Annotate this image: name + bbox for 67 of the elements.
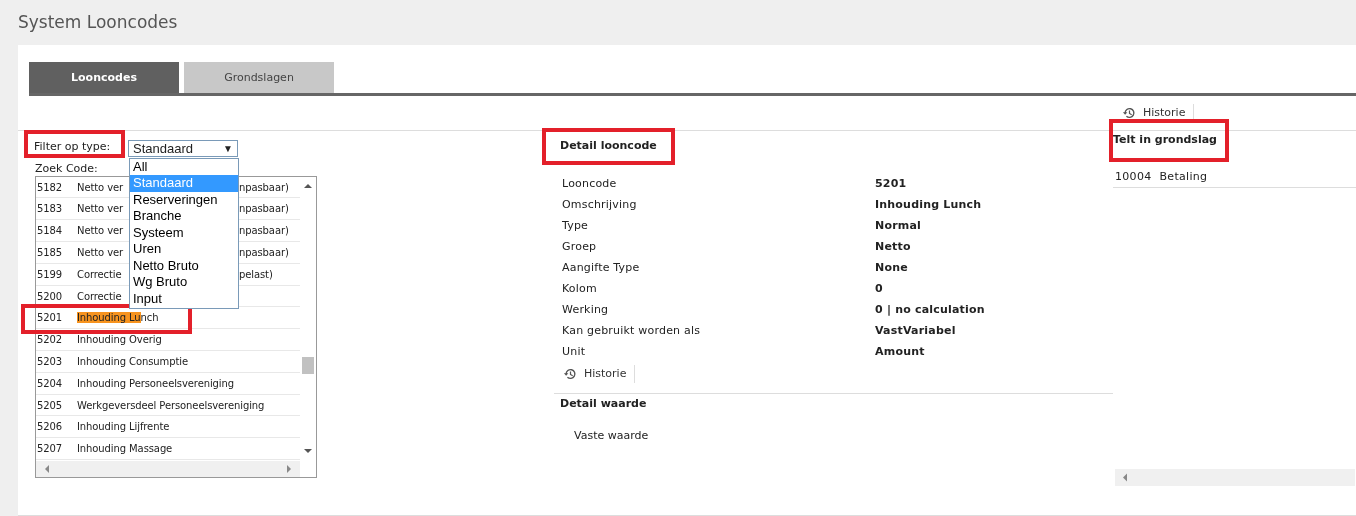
code-name[interactable]: Werkgeversdeel Personeelsvereniging: [77, 399, 265, 411]
code-number[interactable]: 5201: [36, 312, 77, 324]
code-name[interactable]: Correctie: [77, 290, 122, 302]
code-name[interactable]: Inhouding Overig: [77, 334, 162, 346]
grondslag-code: 10004: [1115, 169, 1152, 183]
code-number[interactable]: 5203: [36, 355, 77, 367]
search-label: Zoek Code:: [35, 161, 98, 176]
field-label: Type: [562, 218, 590, 232]
history-button[interactable]: Historie: [562, 364, 636, 383]
code-name[interactable]: pelast): [239, 268, 273, 280]
section-heading: Detail waarde: [559, 395, 648, 412]
page-title: System Looncodes: [17, 11, 179, 34]
field-value: 5201: [875, 176, 908, 190]
field-label: Omschrijving: [562, 197, 638, 211]
field-label: Vaste waarde: [573, 427, 650, 442]
field-value: 0: [875, 281, 884, 295]
history-icon: [563, 366, 578, 381]
code-number[interactable]: 5184: [36, 225, 77, 237]
field-value: Normal: [875, 218, 923, 232]
code-name[interactable]: Inhouding Massage: [77, 443, 173, 455]
horizontal-scrollbar[interactable]: [36, 460, 300, 477]
code-name[interactable]: Netto ver: [77, 225, 124, 237]
code-number[interactable]: 5205: [36, 399, 77, 411]
code-name[interactable]: Inhouding Lijfrente: [77, 421, 170, 433]
code-name[interactable]: Netto ver: [77, 181, 124, 193]
caret-icon: ▼: [223, 142, 233, 154]
grondslag-name: Betaling: [1159, 169, 1208, 183]
field-value: VastVariabel: [875, 323, 957, 337]
field-label: Aangifte Type: [562, 260, 641, 274]
code-number[interactable]: 5185: [36, 246, 77, 258]
code-name[interactable]: npasbaar): [239, 225, 289, 237]
history-button[interactable]: Historie: [1121, 103, 1195, 122]
code-name[interactable]: Inhouding Personeelsvereniging: [77, 377, 234, 389]
code-name[interactable]: Netto ver: [77, 203, 124, 215]
code-name[interactable]: Inhouding Consumptie: [77, 355, 188, 367]
field-value: Netto: [875, 239, 912, 253]
field-label: Groep: [562, 239, 598, 253]
code-name[interactable]: npasbaar): [239, 203, 289, 215]
tab[interactable]: Looncodes: [29, 61, 179, 93]
section-heading: Detail looncode: [559, 137, 658, 154]
field-label: Kolom: [562, 281, 598, 295]
field-value: Inhouding Lunch: [875, 197, 983, 211]
history-icon: [1122, 105, 1137, 120]
code-number[interactable]: 5204: [36, 377, 77, 389]
field-label: Looncode: [562, 176, 618, 190]
tab[interactable]: Grondslagen: [184, 61, 334, 93]
field-label: Kan gebruikt worden als: [562, 323, 702, 337]
code-number[interactable]: 5202: [36, 334, 77, 346]
field-value: Amount: [875, 344, 926, 358]
code-name[interactable]: Netto ver: [77, 246, 124, 258]
field-value: None: [875, 260, 909, 274]
type-select[interactable]: Standaard ▼: [128, 139, 238, 157]
code-number[interactable]: 5182: [36, 181, 77, 193]
code-number[interactable]: 5199: [36, 268, 77, 280]
code-number[interactable]: 5200: [36, 290, 77, 302]
code-number[interactable]: 5206: [36, 421, 77, 433]
code-number[interactable]: 5183: [36, 203, 77, 215]
code-name[interactable]: Correctie: [77, 268, 122, 280]
horizontal-scrollbar[interactable]: [1115, 468, 1355, 486]
field-value: 0 | no calculation: [875, 302, 986, 316]
filter-label: Filter op type:: [33, 138, 112, 154]
field-label: Unit: [562, 344, 587, 358]
code-name[interactable]: npasbaar): [239, 181, 289, 193]
section-heading: Telt in grondslag: [1113, 131, 1218, 148]
field-label: Werking: [562, 302, 610, 316]
code-number[interactable]: 5207: [36, 443, 77, 455]
code-name[interactable]: npasbaar): [239, 246, 289, 258]
